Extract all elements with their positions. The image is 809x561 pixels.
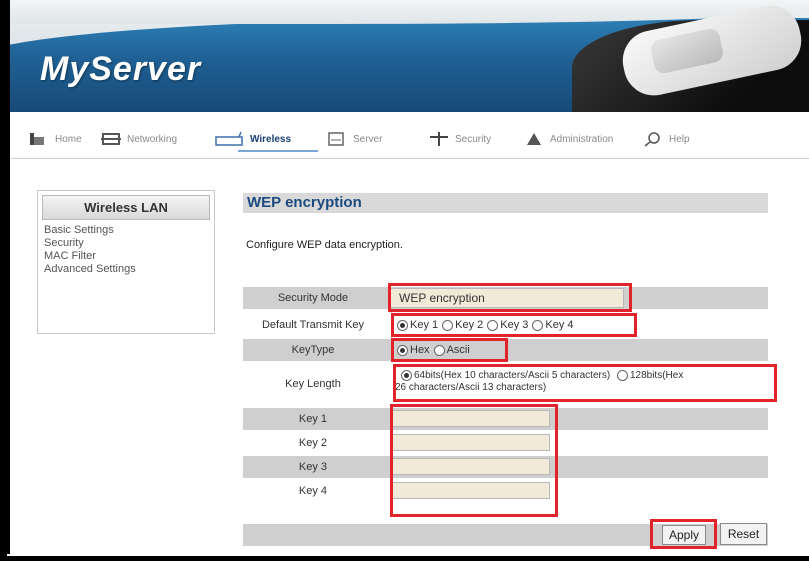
security-mode-label: Security Mode [277,292,349,304]
default-key-label: Default Transmit Key [261,319,365,331]
highlight-box [388,283,632,312]
home-icon [30,133,44,145]
sidebar: Wireless LAN Basic Settings Security MAC… [37,190,215,334]
key3-field-label: Key 3 [298,461,328,473]
header-banner: MyServer [10,0,809,112]
nav-label: Home [55,133,82,145]
key-type-label: KeyType [291,344,335,356]
search-icon [644,132,660,147]
server-device-image [572,0,809,112]
admin-icon [527,133,541,145]
nav-label: Security [455,133,492,145]
highlight-box [391,313,637,337]
nav-help[interactable]: Help [642,128,690,150]
reset-button[interactable]: Reset [720,523,767,545]
network-icon [101,133,121,145]
highlight-box [390,404,558,517]
nav-server[interactable]: Server [326,128,382,150]
nav-networking[interactable]: Networking [100,128,177,150]
nav-administration[interactable]: Administration [523,128,613,150]
nav-label: Networking [127,133,178,145]
main-nav: Home Networking Wireless Server Security… [10,118,809,159]
nav-label: Help [669,133,690,145]
nav-label: Server [353,133,383,145]
sidebar-link-security[interactable]: Security [44,237,214,250]
page-title: WEP encryption [243,193,768,213]
wireless-icon [215,131,243,146]
sidebar-link-basic-settings[interactable]: Basic Settings [44,224,214,237]
highlight-box [393,364,777,402]
security-icon [430,132,448,146]
key4-field-label: Key 4 [298,485,328,497]
brand-logo: MyServer [40,50,202,88]
nav-active-indicator [238,150,318,152]
highlight-box [391,338,508,362]
browser-frame: MyServer Home Networking Wireless Server… [7,0,809,554]
nav-security[interactable]: Security [428,128,491,150]
highlight-box [650,519,717,549]
key-length-label: Key Length [285,378,341,390]
sidebar-link-mac-filter[interactable]: MAC Filter [44,250,214,263]
nav-label: Wireless [250,133,292,145]
sidebar-title: Wireless LAN [42,195,210,220]
frame-bottom-edge [7,554,809,556]
nav-home[interactable]: Home [28,128,82,150]
sidebar-link-advanced-settings[interactable]: Advanced Settings [44,263,214,276]
server-icon [328,132,344,146]
nav-wireless[interactable]: Wireless [215,128,291,150]
key1-field-label: Key 1 [298,413,328,425]
nav-label: Administration [550,133,614,145]
key2-field-label: Key 2 [298,437,328,449]
page-description: Configure WEP data encryption. [246,239,403,251]
